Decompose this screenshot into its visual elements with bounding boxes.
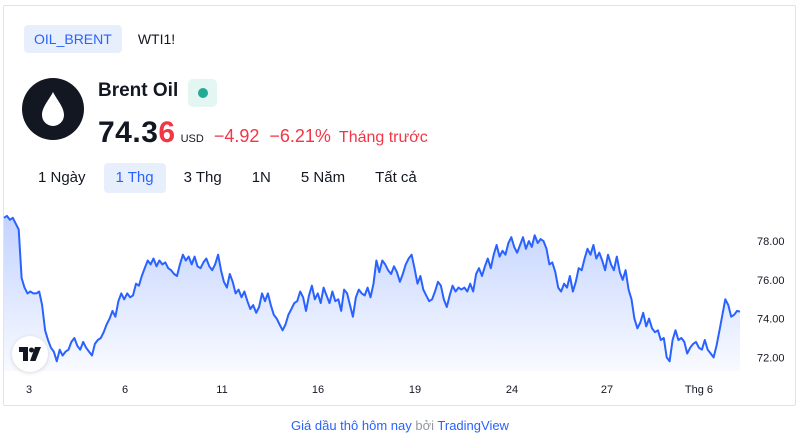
y-tick-label: 78.00 xyxy=(757,236,785,248)
y-axis: 72.00 74.00 76.00 78.00 xyxy=(757,236,785,364)
price-chart[interactable]: 72.00 74.00 76.00 78.00 3 6 11 16 19 24 27 Thg 6 xyxy=(0,0,800,405)
oil-price-link[interactable]: Giá dầu thô hôm nay xyxy=(291,418,412,433)
by-label: bởi xyxy=(415,418,435,433)
x-tick-label: 16 xyxy=(312,384,324,396)
x-tick-label: 3 xyxy=(26,384,32,396)
y-tick-label: 72.00 xyxy=(757,352,785,364)
y-tick-label: 74.00 xyxy=(757,314,785,326)
x-axis: 3 6 11 16 19 24 27 Thg 6 xyxy=(26,384,713,396)
tradingview-logo-icon[interactable] xyxy=(12,336,48,372)
x-tick-label: Thg 6 xyxy=(685,384,713,396)
tradingview-link[interactable]: TradingView xyxy=(437,418,509,433)
x-tick-label: 11 xyxy=(216,384,227,396)
y-tick-label: 76.00 xyxy=(757,275,785,287)
x-tick-label: 27 xyxy=(601,384,613,396)
x-tick-label: 24 xyxy=(506,384,518,396)
footer-attribution: Giá dầu thô hôm nay bởi TradingView xyxy=(0,418,800,433)
x-tick-label: 19 xyxy=(409,384,421,396)
x-tick-label: 6 xyxy=(122,384,128,396)
